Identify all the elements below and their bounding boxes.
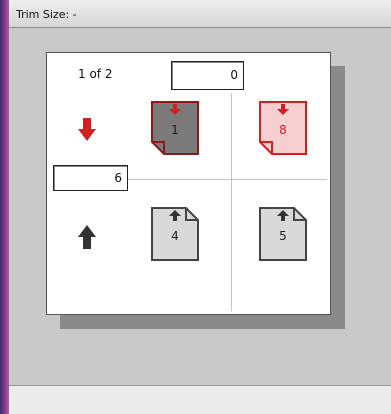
arrow-up-icon[interactable]	[77, 224, 97, 250]
top-offset-field[interactable]: 0	[171, 61, 244, 90]
imposition-sheet: 1 of 2 0 6 1 8 4 5	[46, 52, 331, 315]
left-offset-field[interactable]: 6	[53, 165, 128, 191]
page-count-label: 1 of 2	[78, 67, 113, 81]
page-4-icon[interactable]: 4	[151, 207, 199, 261]
title-bar[interactable]: Trim Size: -	[9, 0, 391, 28]
vertical-fold-line	[231, 93, 232, 311]
status-bar	[9, 385, 391, 414]
page-8-icon[interactable]: 8	[259, 101, 307, 155]
horizontal-fold-line	[123, 179, 327, 180]
page-5-icon[interactable]: 5	[259, 207, 307, 261]
content-area: 1 of 2 0 6 1 8 4 5	[9, 28, 391, 385]
window-title: Trim Size: -	[16, 8, 77, 21]
imposition-window: Trim Size: - 1 of 2 0 6 1 8 4 5	[9, 0, 391, 414]
arrow-down-icon[interactable]	[77, 117, 97, 143]
desktop-edge	[0, 0, 9, 414]
page-1-icon[interactable]: 1	[151, 101, 199, 155]
